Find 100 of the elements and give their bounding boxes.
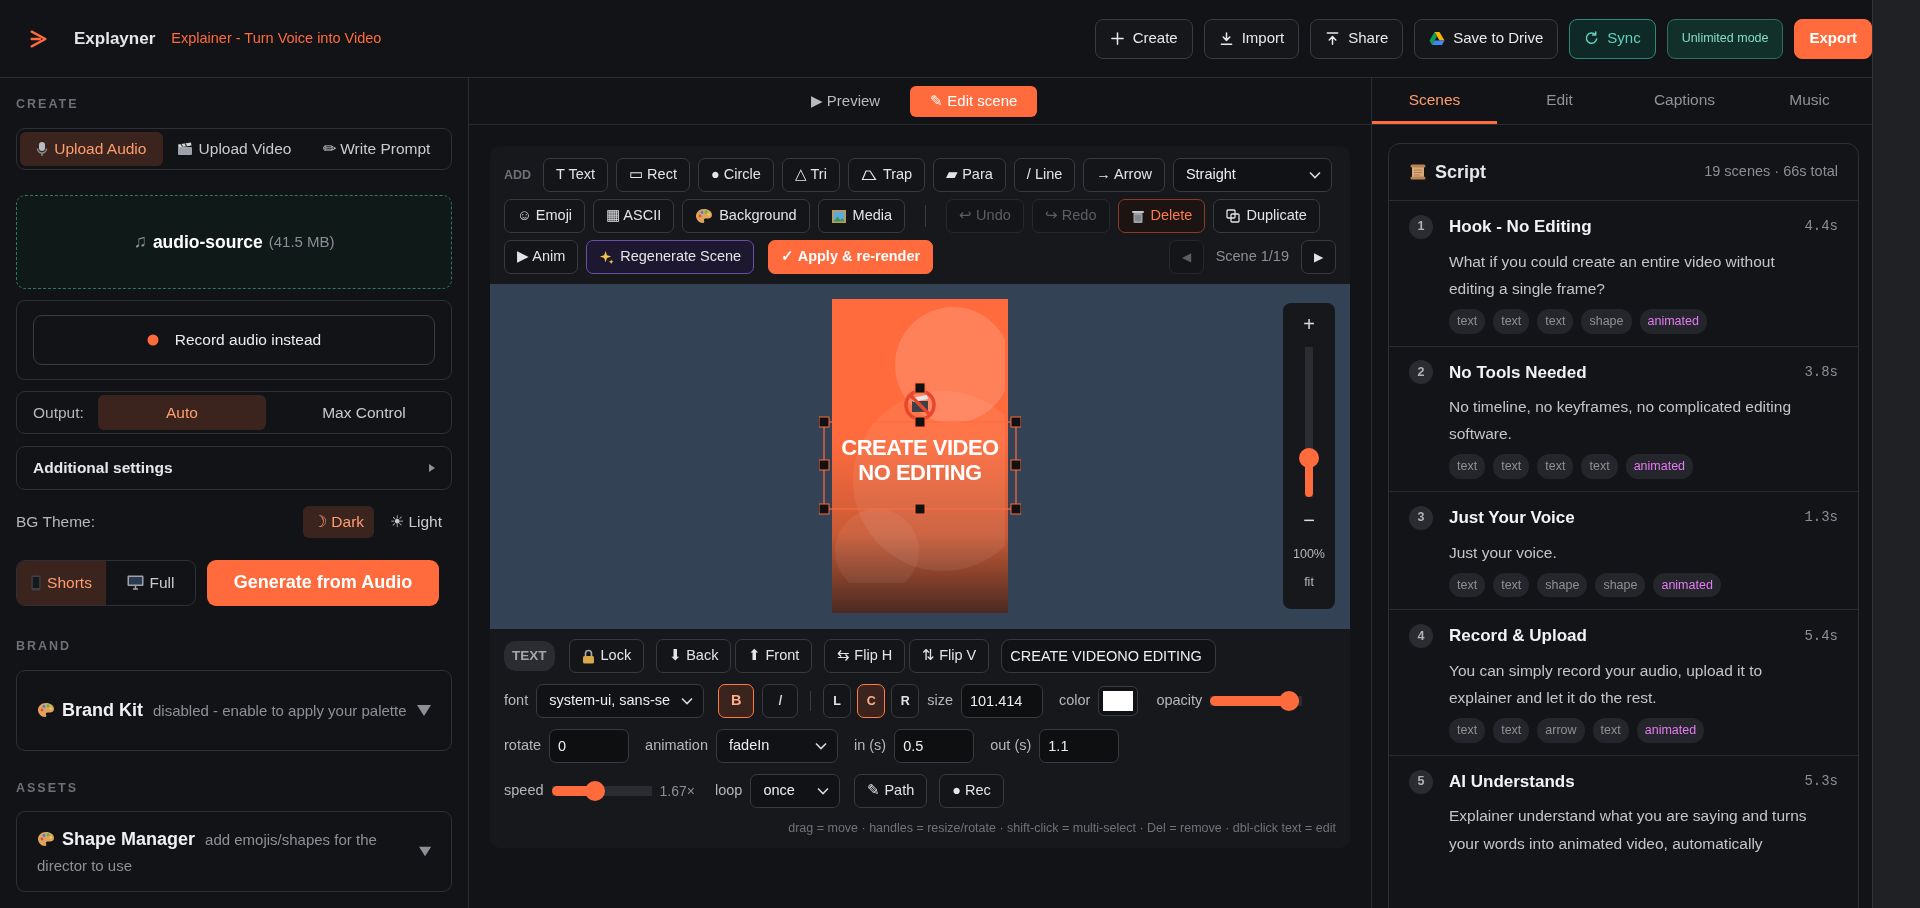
scene-number: 3: [1409, 505, 1433, 530]
scene-item[interactable]: 1 Hook - No Editing 4.4s What if you could create an entire video without editing a single frame? text text text shape animated: [1389, 200, 1858, 346]
chevron-down-icon: [681, 697, 694, 705]
panel-tab[interactable]: Captions: [1622, 78, 1747, 124]
scene-number: 4: [1409, 624, 1433, 649]
animation-label: animation: [645, 736, 708, 756]
out-field[interactable]: 1.1: [1039, 729, 1120, 763]
caret-icon: [417, 704, 431, 716]
create-button[interactable]: Create: [1094, 18, 1193, 59]
background-button[interactable]: Background: [682, 199, 810, 233]
keyboard-hint: drag = move · handles = resize/rotate · shift-click = multi-select · Del = remove · dbl-click text = edit: [787, 820, 1336, 837]
scene-title: Record & Upload: [1449, 625, 1587, 648]
format-option[interactable]: Shorts: [17, 560, 106, 605]
monitor-icon: [126, 575, 144, 591]
trapezoid-tool-button[interactable]: Trap: [847, 158, 926, 192]
record-audio-button[interactable]: Record audio instead: [33, 314, 435, 365]
zoom-fit-button[interactable]: fit: [1298, 571, 1320, 593]
anim-button[interactable]: ▶ Anim: [504, 240, 579, 274]
panel-tab[interactable]: Music: [1747, 78, 1872, 124]
panel-tab[interactable]: Edit: [1497, 78, 1622, 124]
font-select[interactable]: system-ui, sans-se: [536, 684, 705, 718]
record-button[interactable]: ● Rec: [939, 774, 1004, 808]
scene-item[interactable]: 5 AI Understands 5.3s Explainer understand what you are saying and turns your words into animated video, automatically: [1389, 754, 1858, 869]
lock-button[interactable]: Lock: [568, 639, 645, 673]
upload-audio-tab[interactable]: Upload Audio: [20, 131, 163, 166]
size-label: size: [927, 691, 953, 711]
additional-settings-toggle[interactable]: Additional settings: [16, 445, 452, 490]
animation-select[interactable]: fadeIn: [715, 729, 838, 763]
text-content-field[interactable]: CREATE VIDEONO EDITING: [1001, 639, 1217, 673]
italic-toggle[interactable]: I: [762, 684, 799, 718]
selection-handles-drawing[interactable]: [819, 382, 1021, 516]
element-tag: shape: [1595, 572, 1646, 598]
text-tool-button[interactable]: T Text: [543, 158, 609, 192]
output-option[interactable]: Max Control: [279, 394, 448, 430]
line-tool-button[interactable]: / Line: [1013, 158, 1076, 192]
zoom-in-button[interactable]: +: [1297, 313, 1321, 335]
unlimited-mode-button[interactable]: Unlimited mode: [1666, 18, 1784, 59]
flip-vertical-button[interactable]: ⇅ Flip V: [909, 639, 990, 673]
file-name: audio-source: [152, 230, 263, 254]
next-scene-button[interactable]: ▶: [1301, 240, 1336, 274]
shape-manager-panel[interactable]: Shape Manager add emojis/shapes for the director to use: [16, 811, 452, 893]
flip-horizontal-button[interactable]: ⇆ Flip H: [824, 639, 906, 673]
zoom-slider-thumb[interactable]: [1299, 448, 1319, 469]
brand-kit-panel[interactable]: Brand Kit disabled - enable to apply your palette: [16, 669, 452, 751]
write-prompt-tab[interactable]: ✏ Write Prompt: [305, 131, 448, 166]
rect-tool-button[interactable]: ▭ Rect: [616, 158, 690, 192]
scene-item[interactable]: 4 Record & Upload 5.4s You can simply record your audio, upload it to explainer and let it do the rest. text text arrow text animated: [1389, 609, 1858, 755]
rotate-field[interactable]: 0: [549, 729, 630, 763]
panel-tab[interactable]: Scenes: [1372, 78, 1497, 124]
loop-label: loop: [714, 781, 743, 801]
emoji-button[interactable]: ☺ Emoji: [504, 199, 586, 233]
section-heading: BRAND: [16, 637, 73, 655]
regenerate-scene-button[interactable]: Regenerate Scene: [586, 240, 755, 274]
scene-title: Just Your Voice: [1449, 507, 1575, 529]
animated-tag: animated: [1639, 308, 1707, 334]
theme-option[interactable]: ☀ Light: [380, 505, 452, 538]
save-to-drive-button[interactable]: Save to Drive: [1414, 18, 1559, 59]
in-label: in (s): [853, 736, 887, 756]
bold-toggle[interactable]: B: [718, 684, 755, 718]
chevron-down-icon: [817, 787, 830, 795]
circle-tool-button[interactable]: ● Circle: [697, 158, 774, 192]
align-toggle[interactable]: C: [857, 684, 886, 718]
scene-counter: Scene 1/19: [1215, 247, 1289, 267]
in-field[interactable]: 0.5: [894, 729, 975, 763]
media-button[interactable]: Media: [817, 199, 906, 233]
send-back-button[interactable]: ⬇ Back: [656, 639, 732, 673]
loop-select[interactable]: once: [750, 774, 841, 808]
ascii-button[interactable]: ▦ ASCII: [593, 199, 675, 233]
script-summary: 19 scenes · 66s total: [1704, 162, 1838, 182]
line-style-select[interactable]: Straight: [1172, 158, 1332, 192]
path-button[interactable]: ✎ Path: [854, 774, 928, 808]
preview-tab[interactable]: ▶ Preview: [802, 85, 889, 117]
speed-slider-thumb[interactable]: [585, 781, 606, 801]
opacity-slider-thumb[interactable]: [1279, 691, 1300, 711]
scene-item[interactable]: 3 Just Your Voice 1.3s Just your voice. text text shape shape animated: [1389, 491, 1858, 610]
upload-video-tab[interactable]: Upload Video: [162, 131, 306, 166]
triangle-tool-button[interactable]: △ Tri: [781, 158, 840, 192]
format-option[interactable]: Full: [106, 560, 195, 605]
share-button[interactable]: Share: [1310, 18, 1404, 59]
parallelogram-tool-button[interactable]: ▰ Para: [933, 158, 1006, 192]
palette-icon: [37, 831, 55, 848]
zoom-out-button[interactable]: −: [1297, 509, 1321, 531]
scene-duration: 4.4s: [1804, 217, 1838, 237]
rotate-label: rotate: [504, 736, 542, 756]
scene-headline: CREATE VIDEO NO EDITING: [840, 435, 1000, 486]
duplicate-button[interactable]: Duplicate: [1213, 199, 1320, 233]
element-tag: text: [1537, 454, 1574, 479]
import-button[interactable]: Import: [1203, 18, 1300, 59]
bring-front-button[interactable]: ⬆ Front: [735, 639, 813, 673]
theme-option[interactable]: ☽ Dark: [303, 505, 375, 538]
output-option[interactable]: Auto: [97, 394, 266, 430]
align-toggle[interactable]: R: [891, 684, 920, 718]
delete-button[interactable]: Delete: [1117, 199, 1206, 233]
audio-dropzone[interactable]: ♫ audio-source (41.5 MB): [16, 194, 452, 289]
sync-button[interactable]: Sync: [1569, 18, 1656, 59]
scene-item[interactable]: 2 No Tools Needed 3.8s No timeline, no keyframes, no complicated editing software. text text text text animated: [1389, 345, 1858, 491]
align-toggle[interactable]: L: [823, 684, 852, 718]
size-field[interactable]: 101.414: [961, 684, 1043, 718]
arrow-tool-button[interactable]: → Arrow: [1083, 158, 1165, 192]
opacity-label: opacity: [1156, 691, 1203, 711]
